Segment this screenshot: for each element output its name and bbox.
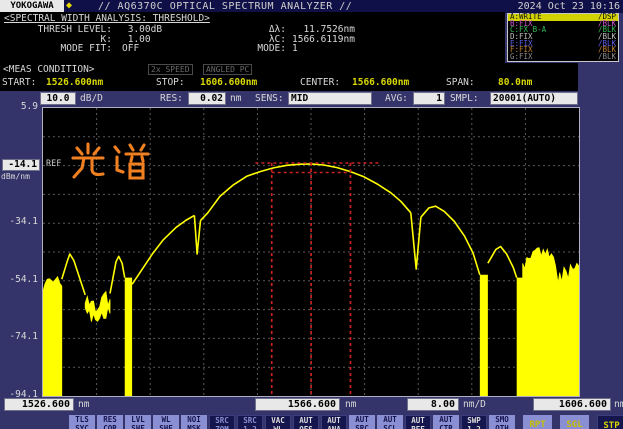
y-axis-unit: dBm/nm	[1, 172, 30, 181]
settings-bar: 10.0 dB/D RES: 0.02 nm SENS: MID AVG: 1 …	[0, 92, 623, 105]
trace-name: G:FIX	[510, 54, 533, 61]
softkey-rpt[interactable]: RPT	[523, 415, 552, 429]
softkey-src-zom[interactable]: SRCZOM	[209, 415, 235, 429]
analysis-c2: OFF	[122, 44, 139, 54]
y-axis-tick: 5.9	[0, 101, 38, 112]
y-axis-tick: -34.1	[0, 216, 38, 227]
y-axis-tick: -74.1	[0, 331, 38, 342]
res-label: RES:	[160, 93, 183, 104]
softkey-aut-src[interactable]: AUTSRC	[349, 415, 375, 429]
meas-condition-bar: <MEAS CONDITION> 2x SPEED ANGLED PC START…	[0, 63, 578, 91]
ref-level-value[interactable]: -14.1	[2, 159, 40, 171]
analysis-c1: THRESH LEVEL:	[2, 25, 112, 35]
softkey-aut-ofs[interactable]: AUTOFS	[293, 415, 319, 429]
meas-field-label: SPAN:	[446, 77, 475, 88]
level-scale-unit: dB/D	[80, 93, 103, 104]
smpl-label: SMPL:	[450, 93, 479, 104]
x-start-field[interactable]: 1526.600	[4, 398, 74, 411]
softkey-aut-ref[interactable]: AUTREF	[405, 415, 431, 429]
osa-screen: YOKOGAWA ◆ // AQ6370C OPTICAL SPECTRUM A…	[0, 0, 623, 429]
analysis-header: <SPECTRAL WIDTH ANALYSIS: THRESHOLD>	[4, 13, 210, 24]
trace-display-mode: /BLK	[598, 54, 616, 61]
analysis-c1: MODE FIT:	[2, 44, 112, 54]
meas-field-value: 1566.600nm	[352, 77, 409, 88]
softkey-sgl[interactable]: SGL	[560, 415, 589, 429]
softkey-lvl-shf[interactable]: LVLSHF	[125, 415, 151, 429]
softkey-swp-1-2[interactable]: SWP1-2	[461, 415, 487, 429]
x-stop-unit: nm	[614, 399, 623, 410]
softkey-stp[interactable]: STP	[597, 415, 623, 429]
analysis-c4: 1566.6119nm	[292, 35, 355, 45]
x-axis-bar: 1526.600 nm 1566.600 nm 8.00 nm/D 1606.6…	[0, 398, 623, 412]
softkey-smo-oth[interactable]: SMOOTH	[489, 415, 515, 429]
x-scale-field[interactable]: 8.00	[407, 398, 459, 411]
analysis-panel: <SPECTRAL WIDTH ANALYSIS: THRESHOLD> THR…	[0, 12, 505, 63]
avg-label: AVG:	[385, 93, 408, 104]
yokogawa-logo: YOKOGAWA	[0, 0, 64, 12]
analysis-c4: 1	[292, 44, 298, 54]
meas-field-label: START:	[2, 77, 36, 88]
meas-flag: ANGLED PC	[203, 64, 252, 75]
res-field[interactable]: 0.02	[188, 92, 226, 105]
sens-label: SENS:	[255, 93, 284, 104]
x-scale-unit: nm/D	[463, 399, 486, 410]
softkey-vac-wl[interactable]: VACWL	[265, 415, 291, 429]
x-stop-field[interactable]: 1606.600	[533, 398, 611, 411]
softkey-wl-shf[interactable]: WLSHF	[153, 415, 179, 429]
analysis-c3: MODE:	[236, 44, 286, 54]
clock: 2024 Oct 23 10:16	[518, 1, 620, 12]
meas-field-label: STOP:	[156, 77, 185, 88]
softkey-aut-scl[interactable]: AUTSCL	[377, 415, 403, 429]
x-center-unit: nm	[345, 399, 356, 410]
res-unit: nm	[230, 93, 241, 104]
sens-field[interactable]: MID	[288, 92, 372, 105]
softkey-res-cor[interactable]: RESCOR	[97, 415, 123, 429]
meas-field-value: 1606.600nm	[200, 77, 257, 88]
spectrum-annotation	[70, 141, 154, 185]
diamond-icon: ◆	[66, 0, 72, 12]
softkey-tls-syc[interactable]: TLSSYC	[69, 415, 95, 429]
meas-field-value: 1526.600nm	[46, 77, 103, 88]
level-scale-field[interactable]: 10.0	[40, 92, 76, 105]
ref-level-label: REF	[46, 159, 61, 169]
legend-row-G[interactable]: G:FIX/BLK	[508, 54, 618, 61]
softkey-aut-ana[interactable]: AUTANA	[321, 415, 347, 429]
x-start-unit: nm	[78, 399, 89, 410]
analysis-row: MODE FIT: OFF MODE: 1	[0, 44, 505, 54]
softkey-noi-msk[interactable]: NOIMSK	[181, 415, 207, 429]
y-axis-tick: -54.1	[0, 274, 38, 285]
analysis-results: THRESH LEVEL: 3.00dBΔλ: 11.7526nmK: 1.00…	[0, 25, 505, 54]
analysis-row: THRESH LEVEL: 3.00dBΔλ: 11.7526nm	[0, 25, 505, 35]
trace-legend: A:WRITE/DSPB:FIX/BLKC:FX B-A/BLKD:FIX/BL…	[507, 13, 619, 62]
avg-field[interactable]: 1	[413, 92, 445, 105]
meas-field-label: CENTER:	[300, 77, 340, 88]
softkey-src-1-2[interactable]: SRC1-2	[237, 415, 263, 429]
meas-condition-header: <MEAS CONDITION>	[3, 64, 95, 75]
x-center-field[interactable]: 1566.600	[255, 398, 340, 411]
softkey-row: TLSSYCRESCORLVLSHFWLSHFNOIMSKSRCZOMSRC1-…	[69, 415, 623, 429]
softkey-aut-ctr[interactable]: AUTCTR	[433, 415, 459, 429]
page-title: // AQ6370C OPTICAL SPECTRUM ANALYZER //	[98, 1, 352, 12]
meas-field-value: 80.0nm	[498, 77, 532, 88]
meas-flag: 2x SPEED	[148, 64, 193, 75]
smpl-field[interactable]: 20001(AUTO)	[490, 92, 578, 105]
